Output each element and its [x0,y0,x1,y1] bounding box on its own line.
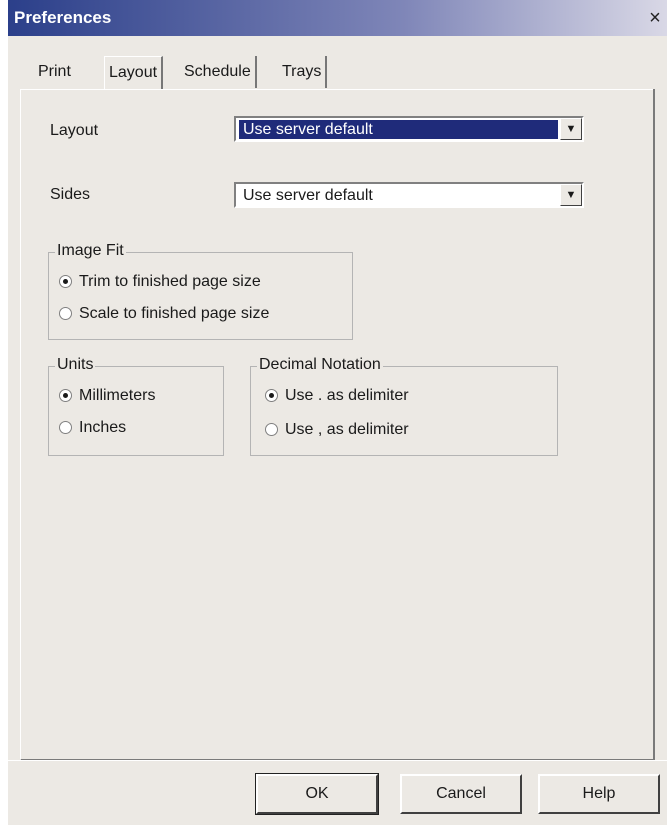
decimal-notation-group: Decimal Notation Use . as delimiter Use … [250,356,558,456]
layout-select-value: Use server default [239,120,558,139]
preferences-dialog: Preferences × Print Layout Schedule Tray… [8,0,667,825]
units-group: Units Millimeters Inches [48,356,224,456]
layout-select[interactable]: Use server default ▼ [234,116,584,142]
sides-label: Sides [50,186,91,203]
radio-unselected-icon[interactable] [59,421,72,434]
trim-radio-label: Trim to finished page size [79,273,261,290]
dot-delimiter-radio-label: Use . as delimiter [285,387,409,404]
decimal-notation-title: Decimal Notation [257,356,383,374]
radio-selected-icon[interactable] [59,275,72,288]
millimeters-radio-label: Millimeters [79,387,156,404]
sides-select-value: Use server default [243,187,373,204]
tab-print[interactable]: Print [34,56,75,88]
title-bar[interactable]: Preferences × [8,0,667,36]
image-fit-group: Image Fit Trim to finished page size Sca… [48,242,353,340]
close-icon[interactable]: × [645,8,665,28]
inches-radio-label: Inches [79,419,127,436]
layout-label: Layout [50,122,99,139]
help-button[interactable]: Help [538,774,660,814]
ok-button[interactable]: OK [255,773,379,815]
tab-layout[interactable]: Layout [104,56,164,89]
units-title: Units [55,356,96,374]
chevron-down-icon[interactable]: ▼ [560,118,582,140]
sides-select[interactable]: Use server default ▼ [234,182,584,208]
footer-divider [8,760,667,761]
radio-selected-icon[interactable] [59,389,72,402]
scale-radio-label: Scale to finished page size [79,305,270,322]
chevron-down-icon[interactable]: ▼ [560,184,582,206]
cancel-button[interactable]: Cancel [400,774,522,814]
tab-schedule[interactable]: Schedule [180,56,257,88]
comma-delimiter-radio-label: Use , as delimiter [285,421,409,438]
radio-unselected-icon[interactable] [59,307,72,320]
image-fit-title: Image Fit [55,242,126,260]
radio-unselected-icon[interactable] [265,423,278,436]
window-title: Preferences [14,8,112,27]
radio-selected-icon[interactable] [265,389,278,402]
tab-trays[interactable]: Trays [278,56,328,88]
